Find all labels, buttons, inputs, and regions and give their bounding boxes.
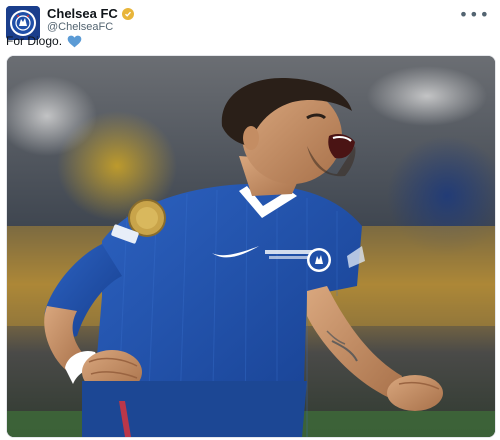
gold-verified-icon bbox=[121, 7, 134, 20]
more-options-button[interactable]: ••• bbox=[459, 5, 490, 24]
tweet-text: For Diogo. bbox=[6, 34, 63, 48]
tweet-photo[interactable] bbox=[6, 55, 496, 438]
account-handle[interactable]: @ChelseaFC bbox=[47, 21, 113, 33]
blue-heart-icon bbox=[67, 35, 82, 47]
tweet-card: Chelsea FC @ChelseaFC ••• For Diogo. bbox=[0, 0, 500, 440]
account-name-row[interactable]: Chelsea FC bbox=[47, 6, 134, 21]
tweet-text-row: For Diogo. bbox=[6, 34, 82, 48]
display-name[interactable]: Chelsea FC bbox=[47, 6, 118, 21]
celebrating-player-photo bbox=[7, 56, 495, 437]
